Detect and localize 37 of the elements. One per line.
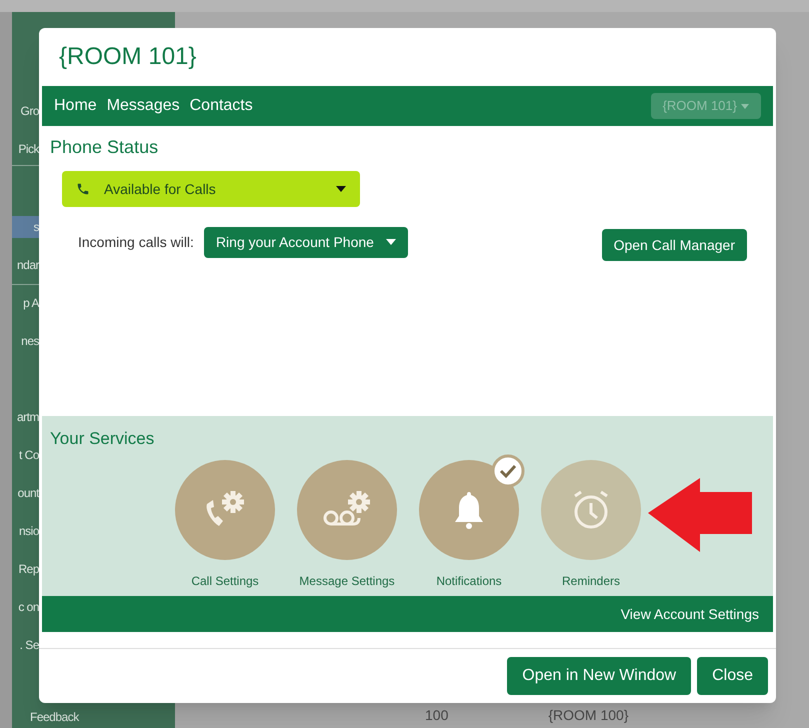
table-cell-text: 100 bbox=[425, 706, 448, 725]
sidebar-item[interactable]: c on bbox=[12, 596, 39, 618]
sidebar-item[interactable]: p A bbox=[12, 292, 39, 314]
service-label: Call Settings bbox=[191, 572, 259, 590]
dialog-button[interactable]: Close bbox=[697, 657, 768, 695]
caret-icon bbox=[336, 186, 346, 192]
open-call-manager-button[interactable]: Open Call Manager bbox=[602, 229, 747, 261]
sidebar-item[interactable]: s bbox=[12, 216, 39, 238]
nav-link[interactable]: Contacts bbox=[190, 94, 253, 118]
nav-link[interactable]: Home bbox=[54, 94, 97, 118]
sidebar-item[interactable]: Pick bbox=[12, 138, 39, 160]
sidebar-item[interactable]: ndar bbox=[12, 254, 39, 276]
service-label: Reminders bbox=[562, 572, 620, 590]
sidebar-item[interactable]: nsio bbox=[12, 520, 39, 542]
section-heading: Your Services bbox=[50, 428, 156, 450]
service-label: Message Settings bbox=[299, 572, 395, 590]
sidebar-item[interactable]: ount bbox=[12, 482, 39, 504]
incoming-label: Incoming calls will: bbox=[78, 232, 194, 252]
sidebar-item[interactable]: . Se bbox=[12, 634, 39, 656]
view-account-settings-link[interactable]: View Account Settings bbox=[620, 604, 759, 624]
nav-link[interactable]: Messages bbox=[106, 94, 180, 118]
sidebar-item[interactable]: nes bbox=[12, 330, 39, 352]
service-label: Notifications bbox=[436, 572, 502, 590]
sidebar-item[interactable]: artm bbox=[12, 406, 39, 428]
sidebar-item[interactable]: Feedback bbox=[12, 706, 172, 728]
caret-icon bbox=[386, 239, 396, 245]
phone-icon bbox=[76, 182, 90, 196]
sidebar-item[interactable]: Rep bbox=[12, 558, 39, 580]
status-dropdown[interactable]: Available for Calls bbox=[62, 171, 360, 207]
sidebar-item[interactable]: t Co bbox=[12, 444, 39, 466]
section-heading: Phone Status bbox=[50, 136, 160, 159]
sidebar-item[interactable]: Gro bbox=[12, 100, 39, 122]
incoming-dropdown[interactable]: Ring your Account Phone bbox=[204, 226, 408, 258]
caret-icon bbox=[741, 104, 749, 108]
dialog-button[interactable]: Open in New Window bbox=[507, 657, 692, 695]
table-cell-text: {ROOM 100} bbox=[548, 706, 629, 725]
dialog-title: {ROOM 101} bbox=[59, 42, 196, 72]
